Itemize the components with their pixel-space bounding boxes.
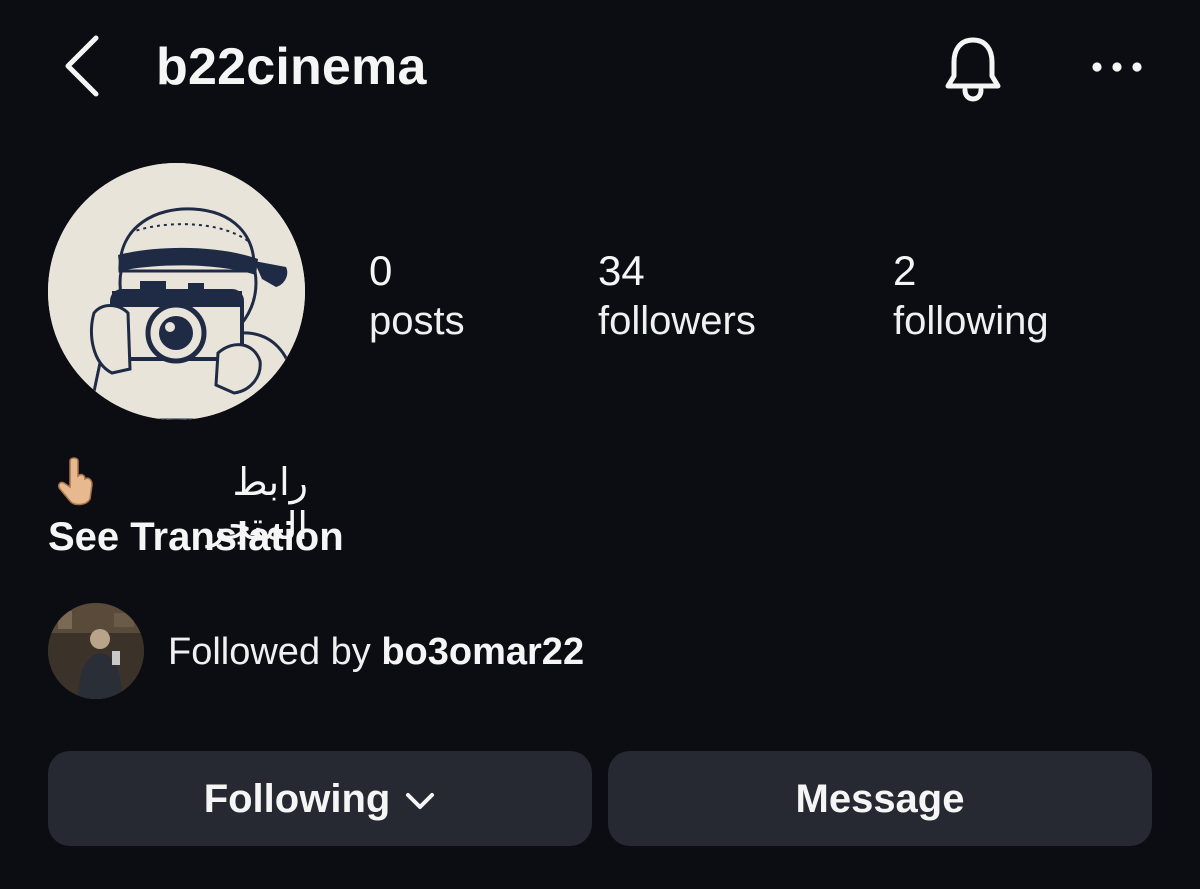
following-label[interactable]: following [893, 296, 1049, 346]
profile-username: b22cinema [156, 38, 427, 96]
following-stat[interactable]: 2 following [893, 246, 1049, 346]
posts-count: 0 [369, 247, 393, 294]
message-button-label: Message [795, 776, 965, 821]
followed-by-text[interactable]: Followed by bo3omar22 [168, 628, 584, 676]
back-button[interactable] [58, 30, 114, 102]
mutual-follower-avatar[interactable] [48, 603, 144, 699]
following-button[interactable]: Following [48, 751, 592, 846]
following-button-label: Following [203, 776, 391, 821]
mutual-follower-name[interactable]: bo3omar22 [381, 631, 584, 673]
chevron-down-icon [406, 792, 435, 809]
profile-avatar[interactable] [48, 163, 305, 420]
profile-header: b22cinema [0, 0, 1200, 135]
followers-count[interactable]: 34 [598, 246, 756, 296]
bio: رابط المتجر [48, 455, 308, 548]
ellipsis-icon [1092, 62, 1142, 72]
notifications-button[interactable] [936, 30, 1010, 104]
followers-stat[interactable]: 34 followers [598, 246, 756, 346]
more-options-button[interactable] [1085, 50, 1149, 84]
posts-stat: 0 posts [369, 246, 465, 346]
message-button[interactable]: Message [608, 751, 1152, 846]
mutual-follower-photo [48, 603, 144, 699]
followers-label[interactable]: followers [598, 296, 756, 346]
profile-page: b22cinema 0 posts 34 followers 2 followi… [0, 0, 1200, 889]
following-count[interactable]: 2 [893, 246, 1049, 296]
posts-label: posts [369, 299, 465, 343]
pointing-down-hand-icon [58, 457, 93, 506]
chevron-left-icon [65, 35, 99, 97]
photographer-illustration [48, 163, 305, 420]
followed-by-prefix: Followed by [168, 631, 382, 673]
bell-icon [945, 37, 1001, 102]
see-translation-link[interactable]: See Translation [48, 512, 344, 562]
